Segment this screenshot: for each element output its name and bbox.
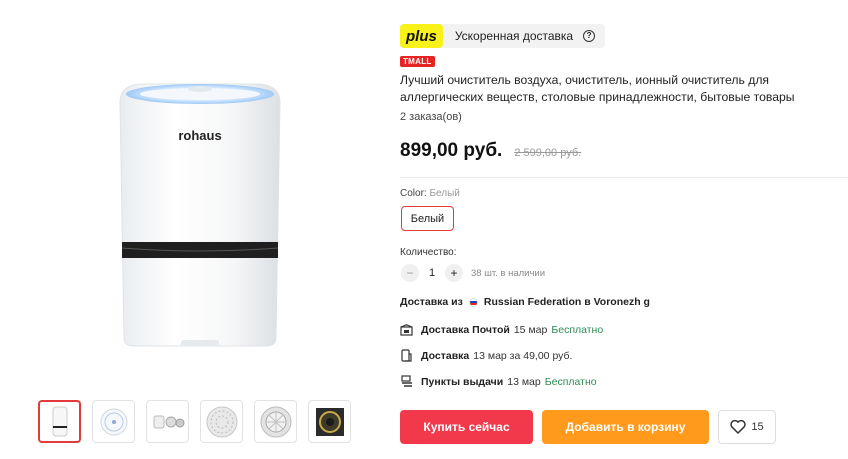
old-price: 2 599,00 руб.: [514, 147, 582, 159]
add-to-cart-button[interactable]: Добавить в корзину: [542, 410, 709, 444]
russia-flag-icon: [468, 297, 478, 307]
quantity-decrease-button[interactable]: −: [401, 264, 419, 282]
thumbnail-filter-dark[interactable]: [308, 400, 351, 443]
delivery-detail: 15 мар: [513, 323, 548, 336]
current-price: 899,00 руб.: [400, 140, 503, 161]
quantity-increase-button[interactable]: +: [445, 264, 463, 282]
color-selected-value: Белый: [429, 188, 460, 199]
delivery-option-courier[interactable]: Доставка 13 мар за 49,00 руб.: [400, 349, 572, 362]
post-icon: [400, 323, 413, 336]
quantity-label: Количество:: [400, 247, 457, 258]
delivery-name: Доставка Почтой: [421, 323, 510, 336]
color-label-text: Color:: [400, 188, 427, 199]
price-row: 899,00 руб. 2 599,00 руб.: [400, 140, 581, 162]
plus-logo: plus: [400, 24, 443, 48]
delivery-name: Доставка: [421, 349, 470, 362]
delivery-detail: 13 мар: [507, 375, 541, 388]
thumbnail-strip: [38, 400, 351, 443]
thumbnail-purifier-front[interactable]: [38, 400, 81, 443]
delivery-price: Бесплатно: [551, 323, 604, 336]
thumbnail-filter-round[interactable]: [254, 400, 297, 443]
delivery-option-post[interactable]: Доставка Почтой 15 мар Бесплатно: [400, 323, 603, 336]
pickup-icon: [400, 375, 413, 388]
delivery-name: Пункты выдачи: [421, 375, 504, 388]
thumbnail-purifier-top[interactable]: [92, 400, 135, 443]
courier-icon: [400, 349, 413, 362]
buy-now-button[interactable]: Купить сейчас: [400, 410, 533, 444]
brand-logo-text: rohaus: [178, 128, 221, 143]
delivery-option-pickup[interactable]: Пункты выдачи 13 мар Бесплатно: [400, 375, 597, 388]
thumbnail-purifier-parts[interactable]: [146, 400, 189, 443]
wishlist-button[interactable]: 15: [718, 410, 776, 444]
quantity-stepper: − 1 + 38 шт. в наличии: [401, 264, 545, 282]
product-main-image[interactable]: rohaus: [80, 62, 320, 362]
ship-from-label: Доставка из: [400, 296, 463, 308]
stock-count: 38 шт. в наличии: [471, 267, 546, 279]
divider: [400, 177, 848, 178]
delivery-price: Бесплатно: [544, 375, 597, 388]
color-label: Color: Белый: [400, 188, 460, 199]
ship-from-location[interactable]: Russian Federation в Voronezh g: [484, 296, 650, 308]
color-option-white[interactable]: Белый: [401, 206, 454, 231]
thumbnail-filter-grid[interactable]: [200, 400, 243, 443]
wishlist-count: 15: [751, 421, 764, 433]
tmall-badge: TMALL: [400, 56, 435, 67]
quantity-value[interactable]: 1: [419, 267, 445, 279]
help-icon[interactable]: ?: [583, 30, 596, 42]
plus-delivery-banner[interactable]: plus Ускоренная доставка ?: [400, 24, 606, 48]
product-title: Лучший очиститель воздуха, очиститель, и…: [400, 73, 795, 104]
heart-icon: [730, 420, 747, 434]
orders-count: 2 заказа(ов): [400, 111, 462, 123]
delivery-detail: 13 мар за 49,00 руб.: [473, 349, 573, 362]
ship-from: Доставка из Russian Federation в Voronez…: [400, 296, 650, 308]
plus-banner-text: Ускоренная доставка: [454, 29, 574, 43]
